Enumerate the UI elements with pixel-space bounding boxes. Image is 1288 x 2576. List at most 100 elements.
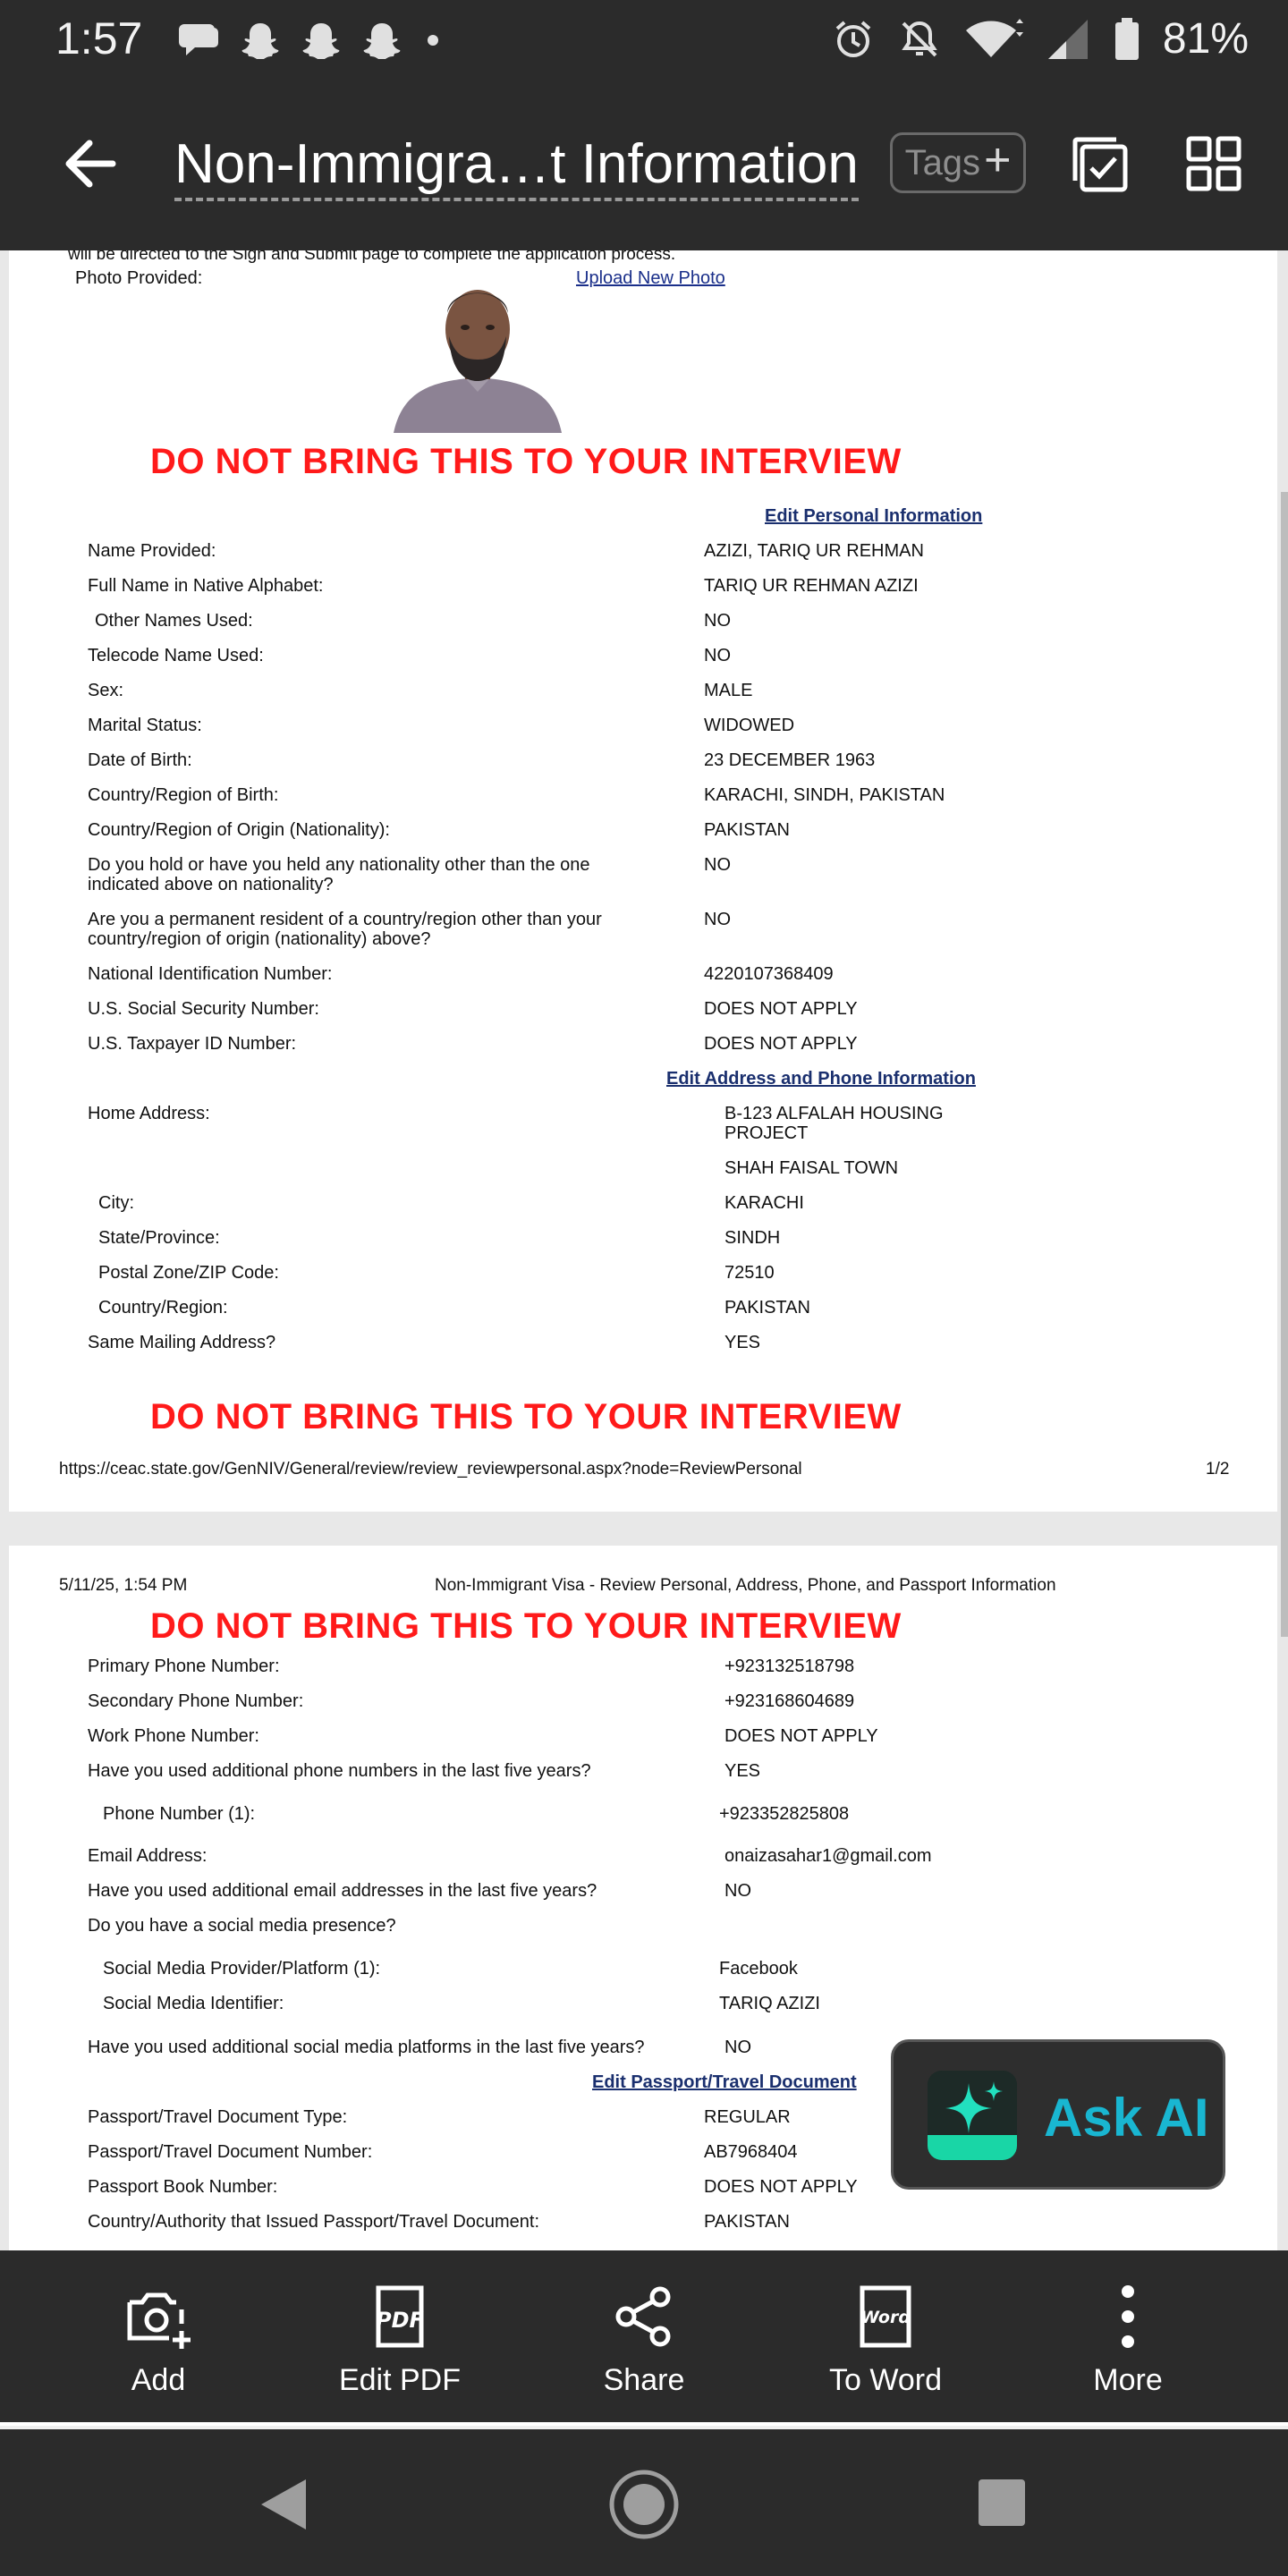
field-label: Phone Number (1): [103,1804,256,1824]
field-label: Social Media Provider/Platform (1): [103,1959,381,1979]
field-value: SHAH FAISAL TOWN [724,1158,899,1178]
field-label: Passport/Travel Document Number: [88,2142,373,2162]
field-label: Primary Phone Number: [88,1657,280,1676]
arrow-left-icon [65,140,116,188]
edit-pdf-button[interactable]: PDF Edit PDF [310,2250,489,2426]
field-value: NO [724,1881,751,1901]
field-value: NO [704,910,731,929]
field-label: Postal Zone/ZIP Code: [98,1263,279,1283]
field-label: Have you used additional phone numbers i… [88,1761,591,1781]
field-label: Date of Birth: [88,750,192,770]
interview-warning: DO NOT BRING THIS TO YOUR INTERVIEW [150,1606,902,1646]
field-label: Home Address: [88,1104,210,1123]
scrollbar[interactable] [1281,492,1288,1637]
field-label: Work Phone Number: [88,1726,259,1746]
ask-ai-label: Ask AI [1044,2088,1209,2148]
back-button[interactable] [59,132,122,195]
field-value: 72510 [724,1263,775,1283]
field-value: PAKISTAN [704,2212,790,2232]
field-value: KARACHI [724,1193,804,1213]
battery-icon [1114,17,1139,60]
tags-button[interactable]: Tags + [890,132,1026,193]
field-label: Same Mailing Address? [88,1333,276,1352]
battery-percent: 81% [1162,15,1249,63]
edit-pdf-label: Edit PDF [338,2363,462,2397]
field-label: Are you a permanent resident of a countr… [88,910,602,949]
interview-warning: DO NOT BRING THIS TO YOUR INTERVIEW [150,442,902,481]
field-value: AB7968404 [704,2142,798,2162]
status-time: 1:57 [55,13,143,64]
field-label: U.S. Social Security Number: [88,999,319,1019]
word-icon: Word [860,2285,911,2348]
svg-text:PDF: PDF [376,2308,425,2333]
intro-text: will be directed to the Sign and Submit … [68,250,676,264]
print-date: 5/11/25, 1:54 PM [59,1576,188,1595]
edit-passport-link[interactable]: Edit Passport/Travel Document [592,2072,857,2093]
edit-personal-link[interactable]: Edit Personal Information [765,506,982,527]
more-vertical-icon [1122,2285,1134,2348]
nav-recents-icon[interactable] [977,2478,1027,2528]
plus-icon: + [984,134,1012,186]
status-bar: 1:57 81% [0,0,1288,80]
snapchat-icon [363,23,401,59]
field-label: Full Name in Native Alphabet: [88,576,324,596]
field-label: Email Address: [88,1846,208,1866]
field-value: SINDH [724,1228,781,1248]
svg-text:Word: Word [860,2308,911,2327]
ask-ai-button[interactable]: Ask AI [891,2039,1225,2190]
field-value: onaizasahar1@gmail.com [724,1846,932,1866]
field-label: City: [98,1193,134,1213]
field-label: Passport Book Number: [88,2177,278,2197]
system-navigation-bar [0,2429,1288,2576]
field-value: NO [704,855,731,875]
field-value: Facebook [719,1959,798,1979]
grid-view-button[interactable] [1186,136,1241,191]
field-value: +923352825808 [719,1804,850,1824]
field-value: PAKISTAN [704,820,790,840]
field-label: Country/Region of Birth: [88,785,279,805]
field-label: Sex: [88,681,124,700]
field-value: NO [724,2038,751,2057]
dot-icon [428,35,438,46]
sparkle-icon [928,2071,1017,2160]
share-button[interactable]: Share [555,2250,733,2426]
to-word-button[interactable]: Word To Word [796,2250,975,2426]
field-value: TARIQ AZIZI [719,1994,820,2013]
field-value: YES [724,1761,761,1781]
field-label: State/Province: [98,1228,220,1248]
field-value: 23 DECEMBER 1963 [704,750,876,770]
field-value: DOES NOT APPLY [704,1034,858,1054]
field-label: Have you used additional email addresses… [88,1881,597,1901]
bottom-toolbar: Add PDF Edit PDF Share Word To Word More [0,2250,1288,2426]
field-value: DOES NOT APPLY [724,1726,878,1746]
page-number: 1/2 [1206,1460,1230,1479]
interview-warning: DO NOT BRING THIS TO YOUR INTERVIEW [150,1397,902,1436]
field-value: NO [704,646,731,665]
notification-icons [179,20,444,61]
to-word-label: To Word [829,2363,942,2397]
add-photo-icon [127,2292,191,2349]
field-label: Telecode Name Used: [88,646,264,665]
field-value: KARACHI, SINDH, PAKISTAN [704,785,945,805]
add-label: Add [131,2363,186,2397]
upload-photo-link[interactable]: Upload New Photo [576,268,725,289]
nav-back-icon[interactable] [258,2476,311,2533]
signal-icon [1047,19,1088,59]
field-value: +923132518798 [724,1657,855,1676]
field-value: +923168604689 [724,1691,855,1711]
add-button[interactable]: Add [69,2250,248,2426]
field-label: Country/Region: [98,1298,228,1318]
field-value: YES [724,1333,761,1352]
snapchat-icon [302,23,340,59]
edit-address-link[interactable]: Edit Address and Phone Information [666,1069,976,1089]
field-label: Other Names Used: [95,611,253,631]
document-title[interactable]: Non-Immigra…t Information [174,132,859,201]
field-value: PAKISTAN [724,1298,810,1318]
alarm-icon [835,20,871,57]
more-button[interactable]: More [1038,2250,1217,2426]
pdf-viewer[interactable]: will be directed to the Sign and Submit … [0,250,1288,2250]
field-label: National Identification Number: [88,964,333,984]
select-button[interactable] [1072,136,1129,193]
field-label: Do you have a social media presence? [88,1916,396,1936]
nav-home-icon[interactable] [608,2469,680,2540]
